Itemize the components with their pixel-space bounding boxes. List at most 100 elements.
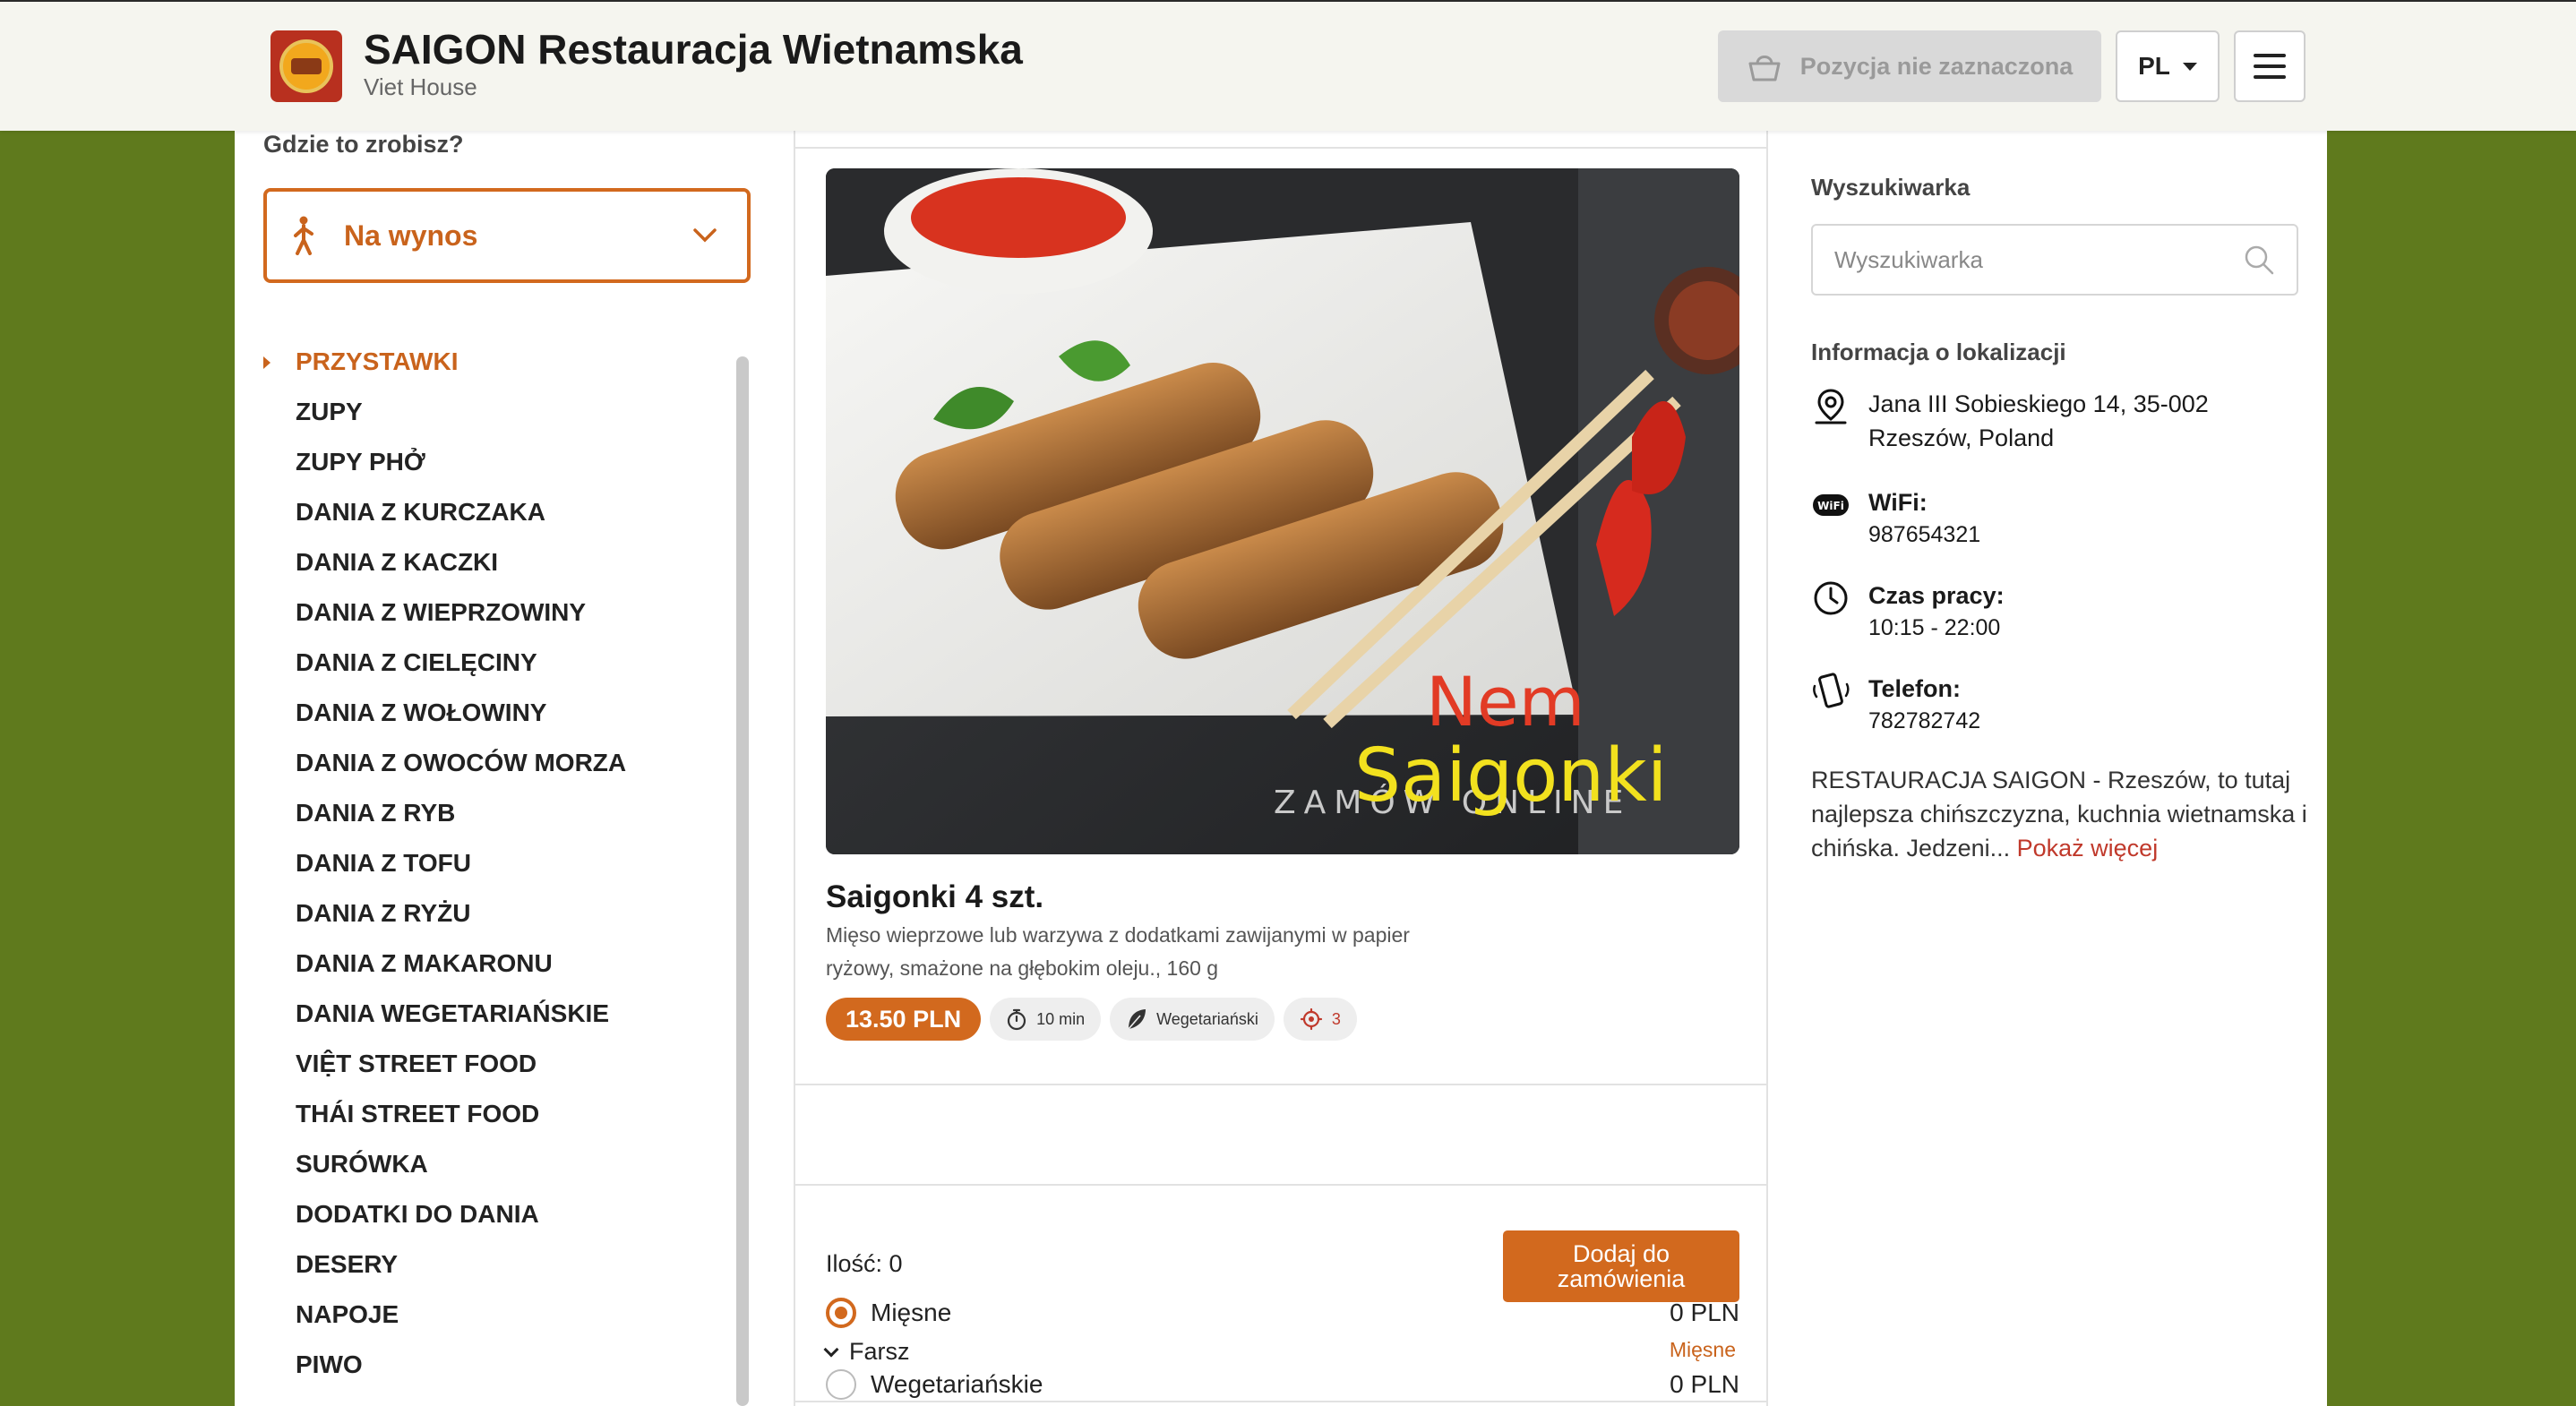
category-item[interactable]: DANIA Z CIELĘCINY [263, 638, 729, 688]
order-type-question: Gdzie to zrobisz? [263, 131, 464, 158]
search-input[interactable] [1834, 245, 2243, 274]
category-item[interactable]: DANIA WEGETARIAŃSKIE [263, 989, 729, 1039]
item-description: Mięso wieprzowe lub warzywa z dodatkami … [826, 923, 1410, 980]
option-price: 0 PLN [1670, 1299, 1739, 1326]
section-divider [795, 1401, 1766, 1402]
spice-level-label: 3 [1331, 1009, 1341, 1028]
chili-icon [1300, 1007, 1322, 1031]
image-title-line1: Nem [1426, 662, 1585, 742]
top-header: SAIGON Restauracja Wietnamska Viet House… [0, 0, 2576, 131]
option-group-selected: Mięsne [1669, 1338, 1736, 1361]
wifi-label: WiFi: [1868, 489, 1928, 516]
cart-button[interactable]: Pozycja nie zaznaczona [1718, 30, 2101, 102]
category-item[interactable]: ZUPY PHỞ [263, 437, 729, 487]
cart-label: Pozycja nie zaznaczona [1799, 52, 2074, 80]
prep-time-badge: 10 min [990, 998, 1102, 1041]
category-item[interactable]: DANIA Z RYB [263, 788, 729, 838]
hours-row: Czas pracy: 10:15 - 22:00 [1811, 579, 2005, 643]
wifi-value: 987654321 [1868, 522, 1981, 547]
item-detail-panel: ZAMÓW ONLINE Nem Saigonki Saigonki 4 szt… [794, 131, 1768, 1406]
phone-value: 782782742 [1868, 708, 1981, 733]
category-item[interactable]: DANIA Z TOFU [263, 838, 729, 888]
order-type-dropdown[interactable]: Na wynos [263, 188, 751, 283]
hours-label: Czas pracy: [1868, 582, 2005, 609]
category-item[interactable]: THÁI STREET FOOD [263, 1089, 729, 1139]
category-list: PRZYSTAWKI ZUPY ZUPY PHỞ DANIA Z KURCZAKA DA… [263, 337, 729, 1390]
option-label: Wegetariańskie [871, 1370, 1043, 1398]
phone-label: Telefon: [1868, 675, 1961, 702]
section-divider [795, 1184, 1766, 1186]
cart-icon [1748, 56, 1781, 81]
chevron-down-icon [2182, 62, 2197, 71]
language-select[interactable]: PL [2116, 30, 2220, 102]
wifi-icon: WiFi [1813, 494, 1849, 516]
category-item[interactable]: DANIA Z OWOCÓW MORZA [263, 738, 729, 788]
restaurant-logo[interactable] [270, 30, 342, 102]
category-item[interactable]: DANIA Z MAKARONU [263, 939, 729, 989]
search-icon[interactable] [2243, 244, 2275, 276]
item-image: ZAMÓW ONLINE Nem Saigonki [826, 168, 1739, 854]
option-label: Mięsne [871, 1299, 952, 1326]
item-title: Saigonki 4 szt. [826, 879, 1044, 914]
show-more-link[interactable]: Pokaż więcej [2017, 835, 2159, 862]
image-title-line2: Saigonki [1354, 733, 1668, 819]
address-text: Jana III Sobieskiego 14, 35-002 Rzeszów,… [1868, 390, 2209, 451]
hours-value: 10:15 - 22:00 [1868, 615, 2001, 640]
hamburger-icon-bar [2254, 54, 2286, 57]
hamburger-menu-button[interactable] [2234, 30, 2306, 102]
order-type-label: Na wynos [344, 219, 478, 252]
prep-time-label: 10 min [1036, 1009, 1086, 1028]
category-item[interactable]: SURÓWKA [263, 1139, 729, 1189]
option-group-title: Farsz [849, 1338, 910, 1365]
option-group-toggle[interactable]: Farsz [823, 1338, 910, 1366]
chevron-down-icon [693, 228, 717, 243]
category-item[interactable]: DANIA Z RYŻU [263, 888, 729, 939]
option-vegetarian[interactable]: Wegetariańskie 0 PLN [826, 1367, 1739, 1402]
add-to-order-button[interactable]: Dodaj do zamówienia [1503, 1230, 1739, 1302]
category-scrollbar[interactable] [736, 356, 749, 1406]
brand-title: SAIGON Restauracja Wietnamska [364, 26, 1023, 73]
language-label: PL [2138, 52, 2170, 80]
phone-icon [1813, 673, 1850, 708]
option-price: 0 PLN [1670, 1370, 1739, 1398]
header-top-border [0, 0, 2576, 2]
stopwatch-icon [1007, 1008, 1026, 1031]
search-label: Wyszukiwarka [1811, 174, 1971, 201]
category-item[interactable]: DODATKI DO DANIA [263, 1189, 729, 1239]
svg-text:WiFi: WiFi [1817, 500, 1844, 512]
category-item[interactable]: VIỆT STREET FOOD [263, 1039, 729, 1089]
category-item[interactable]: DESERY [263, 1239, 729, 1290]
category-item[interactable]: DANIA Z KURCZAKA [263, 487, 729, 537]
about-text: RESTAURACJA SAIGON - Rzeszów, to tutaj n… [1811, 763, 2313, 865]
address-row: Jana III Sobieskiego 14, 35-002 Rzeszów,… [1811, 387, 2277, 455]
category-item[interactable]: DANIA Z KACZKI [263, 537, 729, 587]
radio-unselected[interactable] [826, 1369, 856, 1400]
brand-subtitle: Viet House [364, 73, 477, 100]
phone-row: Telefon: 782782742 [1811, 672, 1980, 736]
walking-person-icon [294, 216, 313, 255]
map-pin-icon [1815, 389, 1847, 424]
category-item[interactable]: DANIA Z WOŁOWINY [263, 688, 729, 738]
chevron-down-icon [823, 1342, 839, 1357]
item-photo-illustration: ZAMÓW ONLINE Nem Saigonki [826, 168, 1739, 854]
radio-selected[interactable] [826, 1298, 856, 1328]
price-badge: 13.50 PLN [826, 998, 982, 1041]
section-divider [795, 1084, 1766, 1085]
category-item[interactable]: PRZYSTAWKI [263, 337, 729, 387]
search-box [1811, 224, 2298, 296]
category-item[interactable]: PIWO [263, 1340, 729, 1390]
item-badges: 13.50 PLN 10 min Wegetariański 3 [826, 998, 1357, 1041]
category-item[interactable]: ZUPY [263, 387, 729, 437]
leaf-icon [1128, 1009, 1146, 1030]
clock-icon [1814, 581, 1848, 615]
diet-label: Wegetariański [1156, 1009, 1258, 1028]
hamburger-icon-bar [2254, 64, 2286, 68]
option-meat[interactable]: Mięsne 0 PLN [826, 1295, 1739, 1331]
diet-badge: Wegetariański [1110, 998, 1275, 1041]
quantity-label: Ilość: 0 [826, 1250, 903, 1277]
category-item[interactable]: DANIA Z WIEPRZOWINY [263, 587, 729, 638]
location-info-label: Informacja o lokalizacji [1811, 339, 2066, 365]
hamburger-icon-bar [2254, 75, 2286, 79]
category-item[interactable]: NAPOJE [263, 1290, 729, 1340]
panel-divider [795, 147, 1766, 149]
